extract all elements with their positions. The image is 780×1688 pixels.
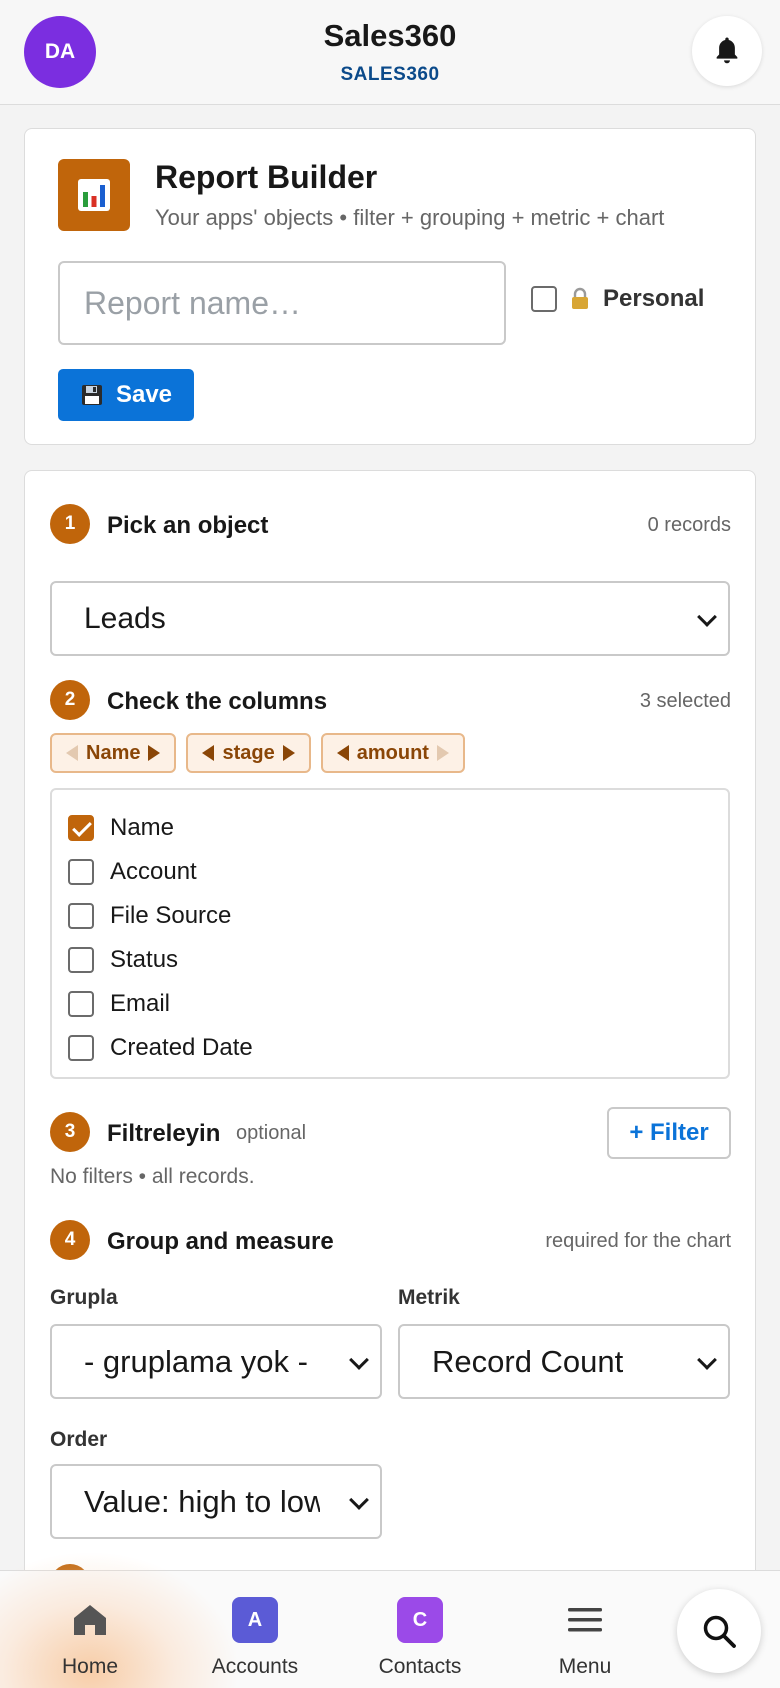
column-option-label: Account [110, 858, 197, 885]
report-steps-card: 1 Pick an object 0 records Leads 2 Check… [24, 470, 756, 1688]
move-left-icon[interactable] [336, 745, 349, 761]
column-checkbox[interactable] [68, 1035, 94, 1061]
column-chip-label: amount [356, 741, 429, 764]
column-chip[interactable]: stage [186, 733, 311, 773]
column-option[interactable]: Name [68, 806, 712, 850]
column-checkbox[interactable] [68, 815, 94, 841]
object-select-value: Leads [84, 601, 166, 635]
group-label: Grupla [50, 1286, 118, 1309]
column-checkbox[interactable] [68, 991, 94, 1017]
bottom-nav: Home A Accounts C Contacts Menu [0, 1551, 780, 1688]
step-3-optional: optional [236, 1122, 307, 1144]
step-4-required-note: required for the chart [545, 1230, 731, 1252]
personal-toggle[interactable]: Personal [531, 285, 704, 313]
step-2-badge: 2 [50, 680, 90, 720]
top-bar: DA Sales360 SALES360 [0, 0, 780, 105]
report-builder-title: Report Builder [155, 159, 378, 195]
column-option-label: Status [110, 946, 179, 973]
nav-contacts-label: Contacts [378, 1655, 462, 1678]
chevron-down-icon [697, 1349, 717, 1370]
report-builder-card: Report Builder Your apps' objects • filt… [24, 128, 756, 445]
column-option[interactable]: Status [68, 938, 712, 982]
column-chip[interactable]: Name [50, 733, 177, 773]
metric-select-value: Record Count [432, 1343, 624, 1379]
move-right-icon[interactable] [148, 745, 161, 761]
app-title: Sales360 [323, 18, 457, 53]
nav-home[interactable]: Home [10, 1571, 170, 1688]
step-1-title: Pick an object [107, 512, 269, 539]
metric-label: Metrik [398, 1286, 460, 1309]
move-right-icon[interactable] [282, 745, 295, 761]
step-1-record-count: 0 records [647, 514, 731, 536]
search-icon [703, 1615, 736, 1648]
chevron-down-icon [349, 1349, 369, 1370]
accounts-badge-icon: A [232, 1597, 278, 1643]
group-select[interactable]: - gruplama yok - [50, 1324, 382, 1399]
no-filters-text: No filters • all records. [50, 1165, 255, 1188]
menu-icon [567, 1597, 603, 1643]
report-name-input[interactable] [58, 261, 506, 345]
step-1-badge: 1 [50, 504, 90, 544]
move-left-icon[interactable] [66, 745, 78, 761]
chevron-down-icon [697, 606, 717, 627]
personal-checkbox[interactable] [531, 286, 557, 312]
step-4-badge: 4 [50, 1220, 90, 1260]
order-select-value: Value: high to low [84, 1483, 320, 1519]
column-chip-label: Name [86, 741, 141, 764]
move-right-icon[interactable] [436, 745, 449, 761]
nav-accounts-label: Accounts [211, 1655, 299, 1678]
step-4-title: Group and measure [107, 1228, 334, 1255]
lock-icon [572, 287, 588, 309]
column-checkbox[interactable] [68, 903, 94, 929]
save-button[interactable]: Save [58, 369, 194, 421]
app-subtitle: SALES360 [340, 64, 440, 85]
column-option-label: Name [110, 814, 175, 841]
nav-home-label: Home [61, 1655, 119, 1678]
column-option-label: Created Date [110, 1034, 253, 1061]
column-checkbox[interactable] [68, 859, 94, 885]
save-label: Save [115, 381, 173, 408]
selected-column-chips: Name stage amount [50, 733, 465, 773]
step-3-badge: 3 [50, 1112, 90, 1152]
column-chip-label: stage [222, 741, 275, 764]
column-option[interactable]: File Source [68, 894, 712, 938]
notifications-button[interactable] [692, 16, 762, 86]
column-option-label: Email [110, 990, 171, 1017]
metric-select[interactable]: Record Count [398, 1324, 730, 1399]
order-label: Order [50, 1428, 108, 1451]
report-builder-subtitle: Your apps' objects • filter + grouping +… [155, 205, 665, 230]
nav-menu[interactable]: Menu [505, 1571, 665, 1688]
floppy-disk-icon [81, 385, 102, 405]
column-option[interactable]: Email [68, 982, 712, 1026]
chevron-down-icon [349, 1489, 369, 1510]
step-2-title: Check the columns [107, 688, 328, 715]
order-select[interactable]: Value: high to low [50, 1464, 382, 1539]
home-icon [71, 1597, 109, 1643]
contacts-badge-icon: C [397, 1597, 443, 1643]
nav-contacts[interactable]: C Contacts [340, 1571, 500, 1688]
column-option[interactable]: Created Date [68, 1026, 712, 1070]
group-select-value: - gruplama yok - [84, 1343, 308, 1379]
personal-label: Personal [603, 285, 705, 312]
column-checklist: Name Account File Source Status Email Cr… [50, 788, 730, 1079]
bell-icon [716, 37, 738, 64]
nav-accounts[interactable]: A Accounts [175, 1571, 335, 1688]
object-select[interactable]: Leads [50, 581, 730, 656]
step-3-title: Filtreleyin [107, 1120, 221, 1147]
nav-menu-label: Menu [558, 1655, 612, 1678]
column-option-label: File Source [110, 902, 232, 929]
column-option[interactable]: Account [68, 850, 712, 894]
column-checkbox[interactable] [68, 947, 94, 973]
bar-chart-icon [58, 159, 130, 231]
step-2-selected-count: 3 selected [639, 690, 731, 712]
add-filter-button[interactable]: + Filter [607, 1107, 731, 1159]
column-chip[interactable]: amount [320, 733, 465, 773]
search-button[interactable] [677, 1589, 761, 1673]
move-left-icon[interactable] [202, 745, 215, 761]
